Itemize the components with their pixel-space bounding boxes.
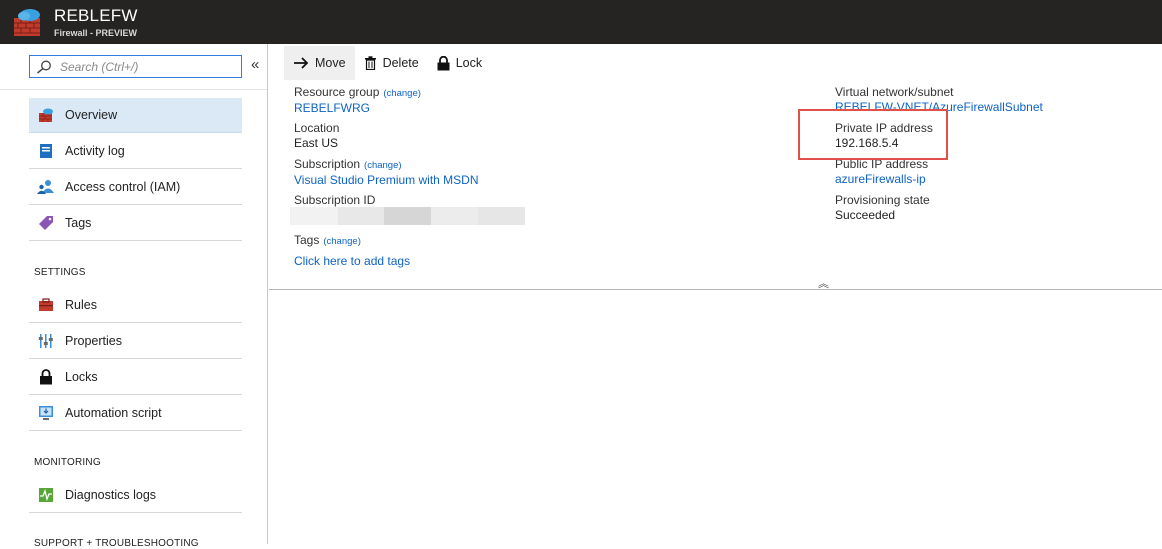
menu-item-overview[interactable]: Overview bbox=[29, 98, 242, 133]
divider bbox=[0, 89, 267, 90]
location-label: Location bbox=[294, 121, 340, 135]
resource-title: REBLEFW bbox=[54, 6, 138, 25]
essentials-divider bbox=[269, 289, 1162, 290]
diagnostics-icon bbox=[37, 486, 55, 504]
move-button[interactable]: Move bbox=[284, 46, 355, 80]
location-value: East US bbox=[294, 136, 339, 150]
provisioning-label: Provisioning state bbox=[835, 193, 930, 207]
search-input[interactable] bbox=[60, 58, 238, 75]
activity-log-icon bbox=[37, 142, 55, 160]
firewall-icon bbox=[14, 9, 40, 36]
menu-item-diagnostics-logs[interactable]: Diagnostics logs bbox=[29, 478, 242, 513]
search-box[interactable] bbox=[29, 55, 242, 78]
resource-group-label: Resource group bbox=[294, 85, 380, 99]
move-label: Move bbox=[315, 56, 346, 70]
public-ip-link[interactable]: azureFirewalls-ip bbox=[835, 172, 928, 187]
menu-item-label: Tags bbox=[65, 216, 92, 230]
trash-icon bbox=[364, 56, 376, 70]
resource-group-field: Resource group (change) REBELFWRG bbox=[294, 85, 421, 116]
menu-item-activity-log[interactable]: Activity log bbox=[29, 134, 242, 169]
menu-item-automation-script[interactable]: Automation script bbox=[29, 396, 242, 431]
search-icon bbox=[37, 60, 51, 74]
tags-label: Tags bbox=[294, 233, 320, 247]
menu-item-label: Rules bbox=[65, 298, 97, 312]
menu-item-label: Overview bbox=[65, 108, 118, 122]
section-header-settings: SETTINGS bbox=[34, 267, 86, 278]
firewall-icon bbox=[37, 106, 55, 124]
subscription-id-field: Subscription ID bbox=[294, 193, 375, 208]
add-tags-field: Click here to add tags bbox=[294, 254, 410, 269]
subscription-id-label: Subscription ID bbox=[294, 193, 376, 207]
menu-item-rules[interactable]: Rules bbox=[29, 288, 242, 323]
lock-label: Lock bbox=[455, 56, 483, 70]
menu-item-label: Diagnostics logs bbox=[65, 488, 157, 502]
location-field: Location East US bbox=[294, 121, 339, 151]
subscription-id-redacted bbox=[290, 207, 525, 225]
collapse-menu-button[interactable]: « bbox=[251, 56, 259, 73]
provisioning-value: Succeeded bbox=[835, 208, 896, 222]
lock-icon bbox=[437, 55, 450, 70]
subscription-link[interactable]: Visual Studio Premium with MSDN bbox=[294, 173, 479, 188]
menu-item-label: Activity log bbox=[65, 144, 125, 158]
menu-item-properties[interactable]: Properties bbox=[29, 324, 242, 359]
tags-field: Tags (change) bbox=[294, 233, 361, 249]
public-ip-field: Public IP address azureFirewalls-ip bbox=[835, 157, 928, 187]
access-control-icon bbox=[37, 178, 55, 196]
delete-button[interactable]: Delete bbox=[355, 46, 428, 80]
change-resource-group-link[interactable]: (change) bbox=[383, 88, 421, 99]
tag-icon bbox=[37, 214, 55, 232]
subscription-label: Subscription bbox=[294, 157, 361, 171]
change-tags-link[interactable]: (change) bbox=[323, 236, 361, 247]
lock-icon bbox=[37, 368, 55, 386]
change-subscription-link[interactable]: (change) bbox=[364, 160, 402, 171]
menu-item-label: Locks bbox=[65, 370, 98, 384]
properties-icon bbox=[37, 332, 55, 350]
vnet-label: Virtual network/subnet bbox=[835, 85, 954, 99]
delete-label: Delete bbox=[382, 56, 419, 70]
title-bar: REBLEFW Firewall - PREVIEW bbox=[0, 0, 1162, 44]
automation-script-icon bbox=[37, 404, 55, 422]
menu-item-label: Automation script bbox=[65, 406, 162, 420]
menu-item-access-control[interactable]: Access control (IAM) bbox=[29, 170, 242, 205]
menu-item-locks[interactable]: Locks bbox=[29, 360, 242, 395]
provisioning-field: Provisioning state Succeeded bbox=[835, 193, 930, 223]
section-header-monitoring: MONITORING bbox=[34, 457, 101, 468]
resource-menu: « Overview Activity log bbox=[0, 44, 268, 549]
menu-item-label: Properties bbox=[65, 334, 122, 348]
rules-icon bbox=[37, 296, 55, 314]
arrow-right-icon bbox=[294, 57, 309, 69]
resource-subtitle: Firewall - PREVIEW bbox=[54, 28, 138, 38]
menu-item-tags[interactable]: Tags bbox=[29, 206, 242, 241]
subscription-field: Subscription (change) Visual Studio Premi… bbox=[294, 157, 479, 188]
lock-button[interactable]: Lock bbox=[428, 46, 491, 80]
menu-item-label: Access control (IAM) bbox=[65, 180, 181, 194]
command-bar: Move Delete Lock bbox=[284, 45, 491, 81]
resource-group-link[interactable]: REBELFWRG bbox=[294, 101, 421, 116]
private-ip-highlight bbox=[798, 109, 948, 160]
add-tags-link[interactable]: Click here to add tags bbox=[294, 254, 410, 269]
